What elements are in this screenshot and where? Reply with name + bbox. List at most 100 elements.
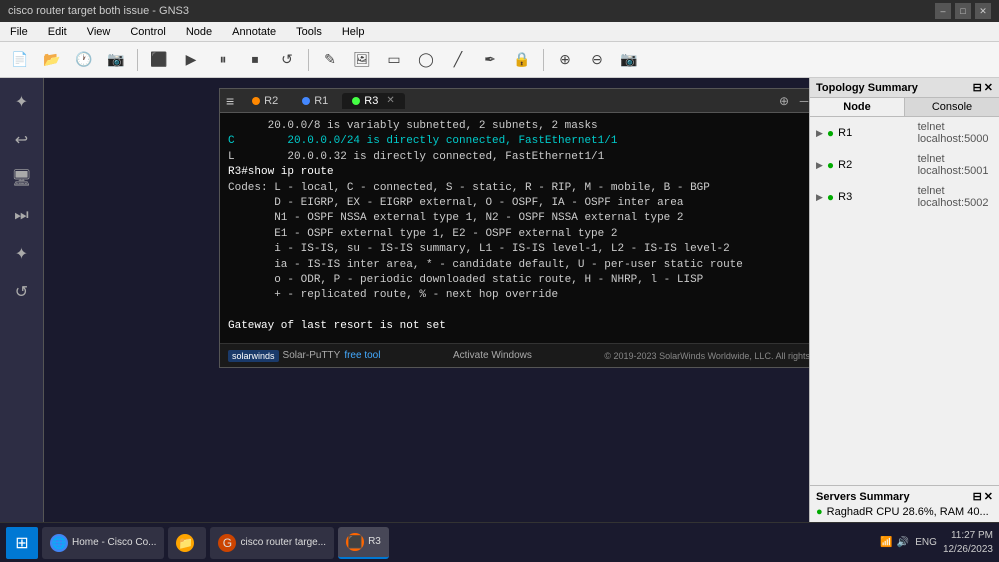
node-item-r1[interactable]: ▶ ● R1 telnet localhost:5000 [810,117,999,149]
taskbar-icon-gns3: G [218,534,236,552]
topology-tabs: Node Console [810,98,999,117]
pause-button[interactable]: ⏸ [209,46,237,74]
topology-icon-2[interactable]: ✕ [984,81,993,94]
servers-panel: Servers Summary ⊟ ✕ ● RaghadR CPU 28.6%,… [810,485,999,522]
tab-r3-label: R3 [364,95,378,107]
rect-button[interactable]: ▭ [380,46,408,74]
terminal-body[interactable]: 20.0.0/8 is variably subnetted, 2 subnet… [220,113,809,343]
stop-button[interactable]: ⏹ [241,46,269,74]
servers-summary-title: Servers Summary [816,491,910,503]
menu-item-view[interactable]: View [81,24,117,40]
taskbar-item-chrome[interactable]: 🌐 Home - Cisco Co... [42,527,164,559]
terminal-line-0: 20.0.0/8 is variably subnetted, 2 subnet… [228,119,809,134]
zoom-out-button[interactable]: ⊖ [583,46,611,74]
open-file-button[interactable]: 📂 [38,46,66,74]
tab-r1[interactable]: R1 [292,93,338,109]
terminal-line-7: E1 - OSPF external type 1, E2 - OSPF ext… [228,227,809,242]
reload-button[interactable]: ↺ [273,46,301,74]
recent-button[interactable]: 🕐 [70,46,98,74]
menu-item-annotate[interactable]: Annotate [226,24,282,40]
node-item-r3[interactable]: ▶ ● R3 telnet localhost:5002 [810,181,999,213]
tab-r3[interactable]: R3 ✕ [342,93,404,109]
server-item: ● RaghadR CPU 28.6%, RAM 40... [816,506,993,518]
zoom-in-button[interactable]: ⊕ [551,46,579,74]
pen-button[interactable]: ✒ [476,46,504,74]
menu-item-edit[interactable]: Edit [42,24,73,40]
taskbar-icon-folder: 📁 [176,534,194,552]
terminal-line-3: R3#show ip route [228,165,809,180]
taskbar-icon-chrome: 🌐 [50,534,68,552]
taskbar-item-terminal[interactable]: ⬛ R3 [338,527,389,559]
edit-button[interactable]: ✎ [316,46,344,74]
image-button[interactable]: 🖼 [348,46,376,74]
menu-item-node[interactable]: Node [180,24,218,40]
lock-button[interactable]: 🔒 [508,46,536,74]
terminal-min[interactable]: ─ [796,93,809,109]
menu-item-control[interactable]: Control [124,24,171,40]
activate-windows-text: Activate Windows [453,350,532,361]
terminal-line-13: Gateway of last resort is not set [228,319,809,334]
taskbar-item-folder[interactable]: 📁 [168,527,206,559]
topology-summary-title: Topology Summary [816,82,918,94]
tab-r1-dot [302,97,310,105]
servers-icon-1[interactable]: ⊟ [973,490,982,503]
right-panel: Topology Summary ⊟ ✕ Node Console ▶ ● R1… [809,78,999,522]
node-green-dot: ● [827,126,834,140]
tab-r3-dot [352,97,360,105]
terminal-menu-icon[interactable]: ≡ [226,93,234,109]
tab-r2-dot [252,97,260,105]
sidebar-nav-icon[interactable]: ✦ [6,86,38,118]
new-file-button[interactable]: 📄 [6,46,34,74]
terminal-line-9: ia - IS-IS inter area, * - candidate def… [228,258,809,273]
tab-r2[interactable]: R2 [242,93,288,109]
node-green-dot: ● [827,158,834,172]
servers-summary-header: Servers Summary ⊟ ✕ [816,490,993,503]
tab-r2-label: R2 [264,95,278,107]
node-arrow: ▶ [816,192,823,203]
canvas-area: R1 f0/0 R2 f0/0 f1/1 R3 f1/1 ≡ [44,78,809,522]
sidebar-device-icon[interactable]: ⏭ [6,200,38,232]
taskbar-label: cisco router targe... [240,537,326,548]
minimize-button[interactable]: – [935,3,951,19]
close-button[interactable]: ✕ [975,3,991,19]
sidebar-link-icon[interactable]: ↺ [6,276,38,308]
start-button[interactable]: ⊞ [6,527,38,559]
tab-r3-close[interactable]: ✕ [386,95,394,106]
capture-button[interactable]: 📷 [615,46,643,74]
line-button[interactable]: ╱ [444,46,472,74]
node-list: ▶ ● R1 telnet localhost:5000 ▶ ● R2 teln… [810,117,999,485]
menu-item-help[interactable]: Help [336,24,371,40]
topology-icon-1[interactable]: ⊟ [973,81,982,94]
taskbar-item-gns3[interactable]: G cisco router targe... [210,527,334,559]
terminal-line-8: i - IS-IS, su - IS-IS summary, L1 - IS-I… [228,242,809,257]
sidebar-back-icon[interactable]: ↩ [6,124,38,156]
node-label: R3 [838,191,913,203]
taskbar-label: R3 [368,536,381,547]
toolbar-separator [308,49,309,71]
node-item-r2[interactable]: ▶ ● R2 telnet localhost:5001 [810,149,999,181]
menu-item-file[interactable]: File [4,24,34,40]
ellipse-button[interactable]: ◯ [412,46,440,74]
copyright-text: © 2019-2023 SolarWinds Worldwide, LLC. A… [604,351,809,361]
run-button[interactable]: ▶ [177,46,205,74]
servers-icon-2[interactable]: ✕ [984,490,993,503]
sidebar-monitor-icon[interactable]: 🖥 [6,162,38,194]
maximize-button[interactable]: □ [955,3,971,19]
snapshot-button[interactable]: 📷 [102,46,130,74]
node-label: R1 [838,127,913,139]
title-bar: cisco router target both issue - GNS3 – … [0,0,999,22]
clock-date: 12/26/2023 [943,543,993,557]
sidebar-group-icon[interactable]: ✦ [6,238,38,270]
topology-header-icons: ⊟ ✕ [973,81,993,94]
node-console: telnet localhost:5000 [918,121,993,145]
topology-tab-node[interactable]: Node [810,98,905,116]
menu-item-tools[interactable]: Tools [290,24,328,40]
topology-tab-console[interactable]: Console [905,98,999,116]
sw-badge: solarwinds [228,350,279,362]
solarwinds-logo: solarwinds Solar-PuTTY free tool [228,350,380,362]
terminal-add-tab[interactable]: ⊕ [776,93,792,109]
left-sidebar: ✦ ↩ 🖥 ⏭ ✦ ↺ [0,78,44,522]
toolbar: 📄📂🕐📷⬛▶⏸⏹↺✎🖼▭◯╱✒🔒⊕⊖📷 [0,42,999,78]
console-all-button[interactable]: ⬛ [145,46,173,74]
server-green-dot: ● [816,506,823,518]
